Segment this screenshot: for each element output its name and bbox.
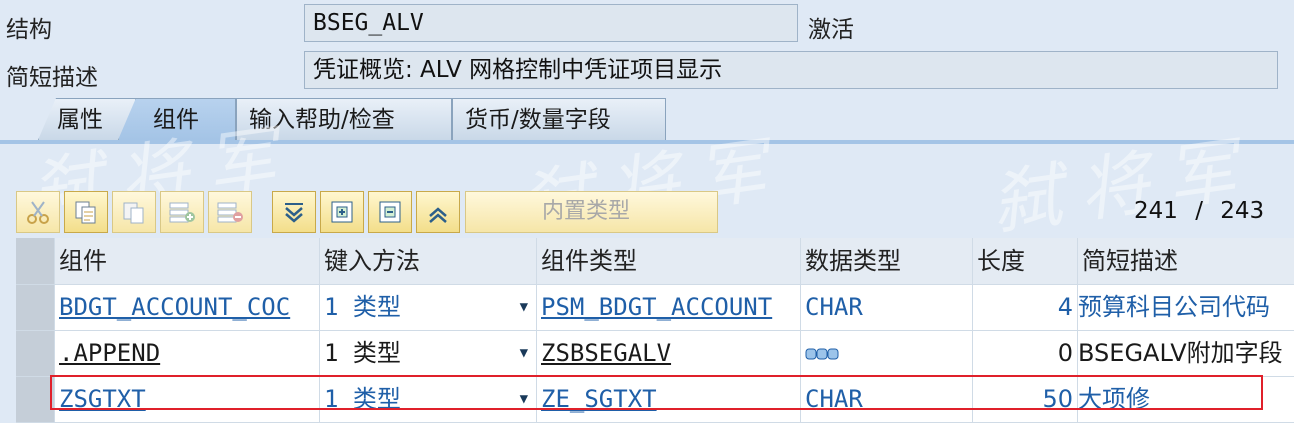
column-header[interactable]: 数据类型 xyxy=(800,238,972,284)
row-counter: 241 / 243 xyxy=(1134,198,1265,224)
column-header[interactable]: 简短描述 xyxy=(1077,238,1294,284)
typing-method-cell[interactable]: 1 类型 ▼ xyxy=(319,331,536,376)
previous-page-icon[interactable] xyxy=(368,191,412,233)
structure-label: 结构 xyxy=(6,17,52,43)
short-desc-cell: 预算科目公司代码 xyxy=(1077,285,1294,330)
component-type-cell[interactable]: PSM_BDGT_ACCOUNT xyxy=(536,285,800,330)
dropdown-arrow-icon[interactable]: ▼ xyxy=(520,285,528,329)
typing-method-cell[interactable]: 1 类型 ▼ xyxy=(319,285,536,330)
row-selector[interactable] xyxy=(16,331,55,376)
status-label: 激活 xyxy=(808,17,854,43)
tab-components[interactable]: 组件 xyxy=(118,98,236,140)
component-name-cell[interactable]: BDGT_ACCOUNT_COC xyxy=(54,285,319,330)
dropdown-arrow-icon[interactable]: ▼ xyxy=(520,331,528,375)
length-cell: 0 xyxy=(972,331,1077,376)
paste-icon[interactable] xyxy=(112,191,156,233)
typing-method-value: 1 类型 xyxy=(324,293,401,321)
structure-name-field[interactable]: BSEG_ALV xyxy=(304,4,798,42)
structure-icon xyxy=(805,348,839,360)
column-header[interactable]: 组件 xyxy=(54,238,319,284)
short-desc-label: 简短描述 xyxy=(6,65,98,91)
select-all-cell[interactable] xyxy=(16,238,55,284)
component-name-cell[interactable]: .APPEND xyxy=(54,331,319,376)
data-type-cell: CHAR xyxy=(800,285,972,330)
table-row: .APPEND 1 类型 ▼ ZSBSEGALV 0 BSEGALV附加字段 xyxy=(16,331,1294,377)
typing-method-cell[interactable]: 1 类型 ▼ xyxy=(319,377,536,422)
length-cell: 4 xyxy=(972,285,1077,330)
column-header[interactable]: 组件类型 xyxy=(536,238,800,284)
cut-icon[interactable] xyxy=(16,191,60,233)
length-cell: 50 xyxy=(972,377,1077,422)
first-page-icon[interactable] xyxy=(272,191,316,233)
short-desc-cell: BSEGALV附加字段 xyxy=(1077,331,1294,376)
copy-icon[interactable] xyxy=(64,191,108,233)
row-selector[interactable] xyxy=(16,285,55,330)
column-header[interactable]: 键入方法 xyxy=(319,238,536,284)
tab-base-line xyxy=(0,140,1294,144)
data-type-cell xyxy=(800,331,972,376)
delete-row-icon[interactable] xyxy=(208,191,252,233)
component-type-cell[interactable]: ZE_SGTXT xyxy=(536,377,800,422)
typing-method-value: 1 类型 xyxy=(324,385,401,413)
column-header[interactable]: 长度 xyxy=(972,238,1077,284)
short-desc-cell: 大项修 xyxy=(1077,377,1294,422)
dropdown-arrow-icon[interactable]: ▼ xyxy=(520,377,528,421)
top-icon[interactable] xyxy=(416,191,460,233)
short-desc-field[interactable]: 凭证概览: ALV 网格控制中凭证项目显示 xyxy=(304,51,1278,89)
next-page-icon[interactable] xyxy=(320,191,364,233)
table-row: ZSGTXT 1 类型 ▼ ZE_SGTXT CHAR 50 大项修 xyxy=(16,377,1294,423)
builtin-type-button[interactable]: 内置类型 xyxy=(465,191,718,233)
tab-currency-quantity[interactable]: 货币/数量字段 xyxy=(452,98,666,140)
data-type-cell: CHAR xyxy=(800,377,972,422)
typing-method-value: 1 类型 xyxy=(324,339,401,367)
table-row: BDGT_ACCOUNT_COC 1 类型 ▼ PSM_BDGT_ACCOUNT … xyxy=(16,285,1294,331)
row-selector[interactable] xyxy=(16,377,55,422)
tabstrip: 属性 组件 输入帮助/检查 货币/数量字段 xyxy=(0,98,1294,142)
component-name-cell[interactable]: ZSGTXT xyxy=(54,377,319,422)
component-type-cell[interactable]: ZSBSEGALV xyxy=(536,331,800,376)
insert-row-icon[interactable] xyxy=(160,191,204,233)
tab-input-help[interactable]: 输入帮助/检查 xyxy=(236,98,452,140)
table-header: 组件 键入方法 组件类型 数据类型 长度 简短描述 xyxy=(16,238,1294,285)
